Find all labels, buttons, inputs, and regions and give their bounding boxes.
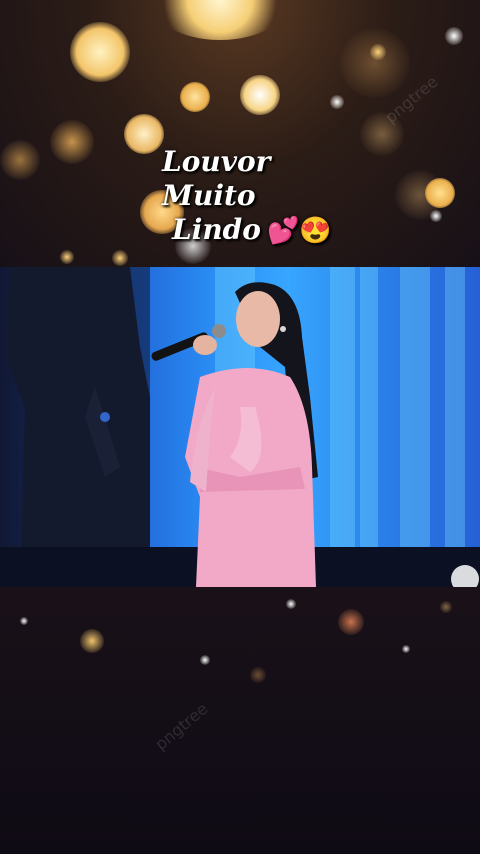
caption-text: Louvor Muito Lindo 💕😍 — [150, 145, 350, 248]
background-person — [0, 267, 150, 587]
bokeh-light — [286, 599, 296, 609]
stage-scene — [0, 267, 480, 587]
caption-line-2: Lindo 💕😍 — [150, 213, 350, 248]
bokeh-light — [20, 617, 28, 625]
bokeh-light — [330, 95, 344, 109]
bokeh-light — [112, 250, 128, 266]
bokeh-light — [402, 645, 410, 653]
bokeh-light — [150, 0, 290, 40]
bokeh-light — [80, 629, 104, 653]
bokeh-light — [250, 667, 266, 683]
caption-line-1: Louvor Muito — [162, 145, 271, 212]
bokeh-light — [70, 22, 130, 82]
bokeh-light — [340, 28, 410, 98]
bokeh-light — [445, 27, 463, 45]
video-frame[interactable] — [0, 267, 480, 587]
top-bokeh-background: Louvor Muito Lindo 💕😍 — [0, 0, 480, 267]
bokeh-light — [50, 120, 94, 164]
bokeh-light — [0, 140, 40, 180]
bokeh-light — [60, 250, 74, 264]
bokeh-light — [180, 82, 210, 112]
watermark-text: pngtree — [151, 699, 212, 754]
singer — [151, 282, 318, 587]
bokeh-light — [370, 44, 386, 60]
bokeh-light — [440, 601, 452, 613]
bokeh-light — [425, 178, 455, 208]
bottom-bokeh-background: pngtree — [0, 587, 480, 854]
bokeh-light — [430, 210, 442, 222]
bokeh-light — [240, 75, 280, 115]
bokeh-light — [200, 655, 210, 665]
heart-eyes-emoji-icon: 💕😍 — [266, 216, 332, 246]
caption-line-2-text: Lindo — [172, 213, 261, 246]
bokeh-light — [338, 609, 364, 635]
